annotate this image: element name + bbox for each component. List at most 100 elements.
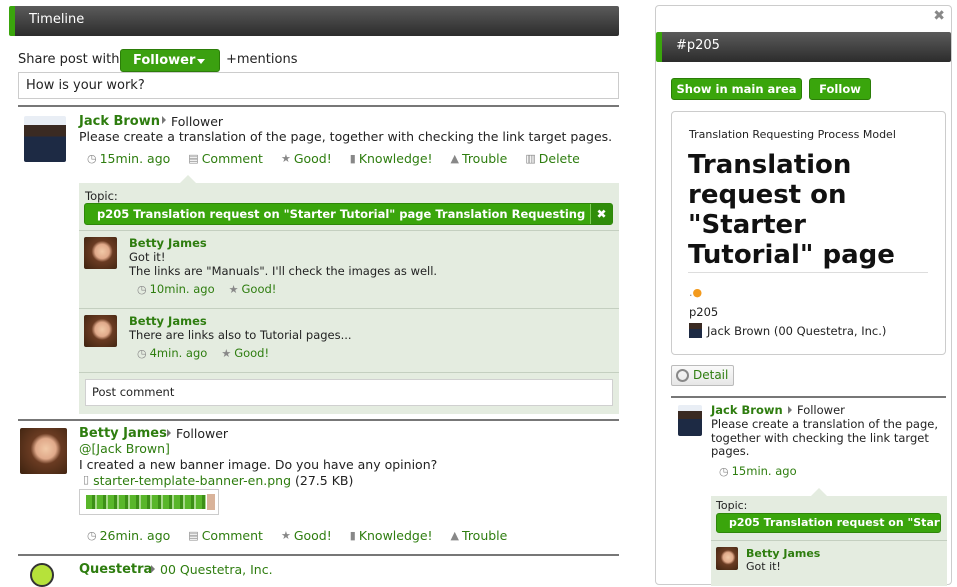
avatar[interactable] [84, 237, 117, 269]
trouble-button[interactable]: ▲ Trouble [451, 528, 508, 543]
comment-author[interactable]: Betty James [746, 547, 820, 560]
process-detail-panel: ✖ #p205 Show in main area Follow Transla… [655, 5, 952, 586]
good-button[interactable]: ★ Good! [221, 346, 269, 360]
attachment-link[interactable]: starter-template-banner-en.png [93, 473, 291, 488]
comment-text: Got it! [129, 250, 166, 264]
timeline-column: Timeline Share post with: Follower +ment… [0, 0, 630, 587]
clock-icon: ◷ [137, 282, 147, 296]
post-author[interactable]: Betty James [79, 426, 167, 441]
comment-icon: ▤ [188, 152, 199, 165]
star-icon: ★ [280, 529, 291, 542]
post-author[interactable]: Jack Brown [711, 403, 783, 417]
comment-author[interactable]: Betty James [129, 236, 207, 250]
post-mention[interactable]: @[Jack Brown] [79, 441, 170, 456]
banner-person [207, 494, 215, 510]
post-time[interactable]: ◷ 26min. ago [87, 528, 170, 543]
knowledge-button[interactable]: ▮ Knowledge! [350, 151, 433, 166]
post-time[interactable]: ◷ 15min. ago [87, 151, 170, 166]
comment-text: The links are "Manuals". I'll check the … [129, 264, 438, 278]
attachment-thumbnail[interactable] [79, 489, 219, 515]
delete-button[interactable]: ▥ Delete [525, 151, 579, 166]
panel-title: #p205 [656, 32, 951, 62]
good-button[interactable]: ★ Good! [281, 528, 332, 543]
good-button[interactable]: ★ Good! [281, 151, 332, 166]
clock-icon: ◷ [137, 346, 147, 360]
book-icon: ▮ [349, 529, 356, 542]
divider [79, 372, 619, 373]
status-indicator: .● [689, 286, 703, 299]
post-actions: ◷ 15min. ago ▤ Comment ★ Good! ▮ Knowledge! … [87, 151, 580, 166]
detail-button[interactable]: Detail [671, 365, 734, 386]
share-audience-value: Follower [133, 53, 196, 68]
comment-actions: ◷ 10min. ago ★ Good! [137, 282, 276, 296]
avatar[interactable] [716, 547, 738, 570]
post-text: together with checking the link target [711, 431, 929, 445]
comment-button[interactable]: ▤ Comment [188, 151, 263, 166]
divider [79, 308, 619, 309]
avatar[interactable] [678, 405, 702, 436]
search-icon [676, 369, 689, 382]
share-audience-dropdown[interactable]: Follower [120, 49, 220, 72]
knowledge-button[interactable]: ▮ Knowledge! [350, 528, 433, 543]
comment-icon: ▤ [188, 529, 199, 542]
comment-author[interactable]: Betty James [129, 314, 207, 328]
avatar[interactable] [24, 116, 66, 162]
divider [671, 396, 946, 398]
comment-text: There are links also to Tutorial pages..… [129, 328, 352, 342]
divider [711, 540, 947, 541]
post-text: I created a new banner image. Do you hav… [79, 457, 438, 472]
clock-icon: ◷ [87, 152, 97, 165]
process-id: p205 [689, 305, 719, 319]
avatar[interactable] [84, 315, 117, 347]
close-icon[interactable]: ✖ [933, 8, 945, 24]
banner-preview [86, 495, 206, 509]
post-audience[interactable]: 00 Questetra, Inc. [160, 562, 273, 577]
timeline-title: Timeline [9, 6, 619, 36]
divider [18, 105, 619, 107]
comment-time[interactable]: ◷ 4min. ago [137, 346, 207, 360]
topic-pill[interactable]: p205 Translation request on "Starte... [716, 513, 941, 533]
post-author[interactable]: Questetra [79, 562, 152, 577]
attachment-size: (27.5 KB) [295, 473, 354, 488]
divider [79, 230, 619, 231]
avatar[interactable] [30, 563, 54, 587]
topic-pill[interactable]: p205 Translation request on "Starter Tut… [84, 203, 613, 225]
post-author[interactable]: Jack Brown [79, 114, 160, 129]
close-icon[interactable]: ✖ [590, 204, 612, 224]
trash-icon: ▥ [525, 152, 536, 165]
comment-actions: ◷ 4min. ago ★ Good! [137, 346, 269, 360]
comment-input[interactable]: Post comment [85, 379, 613, 406]
process-card: Translation Requesting Process Model Tra… [671, 111, 946, 355]
post-time[interactable]: ◷ 15min. ago [719, 464, 797, 478]
arrow-right-icon [788, 406, 792, 414]
post-text: pages. [711, 444, 750, 458]
divider [18, 554, 619, 556]
comment-time[interactable]: ◷ 10min. ago [137, 282, 215, 296]
divider [18, 419, 619, 421]
trouble-button[interactable]: ▲ Trouble [451, 151, 508, 166]
file-icon: ▯ [83, 473, 90, 486]
user-icon [689, 323, 702, 338]
topic-thread: Topic: p205 Translation request on "Star… [711, 496, 947, 586]
process-owner: Jack Brown (00 Questetra, Inc.) [689, 323, 886, 338]
show-in-main-area-button[interactable]: Show in main area [671, 78, 802, 100]
post-audience: Follower [176, 426, 229, 441]
post-text: Please create a translation of the page, [711, 417, 938, 431]
post-actions: ◷ 26min. ago ▤ Comment ★ Good! ▮ Knowledge! … [87, 528, 507, 543]
star-icon: ★ [221, 346, 232, 360]
mentions-link[interactable]: +mentions [226, 52, 297, 67]
clock-icon: ◷ [719, 464, 729, 478]
comment-text: Got it! [746, 560, 781, 573]
avatar[interactable] [20, 428, 67, 474]
follow-button[interactable]: Follow [809, 78, 871, 100]
process-owner-name: Jack Brown (00 Questetra, Inc.) [707, 323, 887, 338]
post-text: Please create a translation of the page,… [79, 129, 613, 144]
topic-notch [811, 488, 827, 496]
post-input[interactable]: How is your work? [18, 72, 619, 99]
arrow-right-icon [151, 565, 155, 573]
comment-button[interactable]: ▤ Comment [188, 528, 263, 543]
good-button[interactable]: ★ Good! [229, 282, 277, 296]
warning-icon: ▲ [450, 152, 460, 165]
clock-icon: ◷ [87, 529, 97, 542]
topic-title: p205 Translation request on "Starter Tut… [97, 207, 613, 221]
